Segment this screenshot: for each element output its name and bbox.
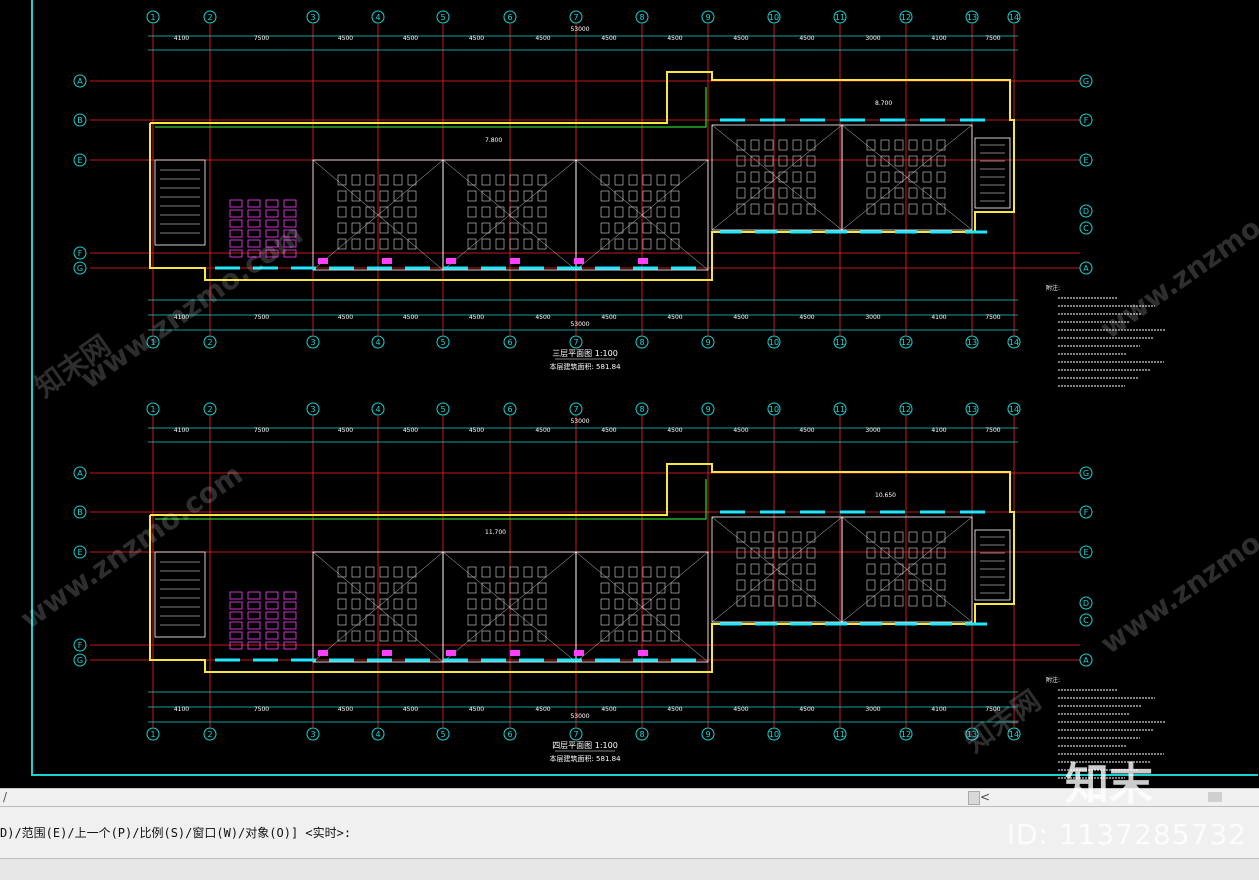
- scroll-right-arrow[interactable]: <: [978, 789, 992, 806]
- brand-logo: 知末: [1065, 759, 1153, 810]
- cad-viewport[interactable]: 1 1 2 2 3 3 4 4 5 5 6 6 7 7 8 8 9 9 10 10 11 11 12 12 13 13 14 14 41…: [0, 0, 1259, 788]
- drawing-frame-border: [31, 0, 1258, 776]
- command-prompt-text: D)/范围(E)/上一个(P)/比例(S)/窗口(W)/对象(O)] <实时>:: [0, 826, 352, 840]
- logo-dot: [1208, 792, 1222, 802]
- command-input[interactable]: [0, 858, 1259, 880]
- id-badge: ID: 1137285732: [1006, 818, 1247, 851]
- scroll-left-arrow[interactable]: /: [0, 789, 10, 806]
